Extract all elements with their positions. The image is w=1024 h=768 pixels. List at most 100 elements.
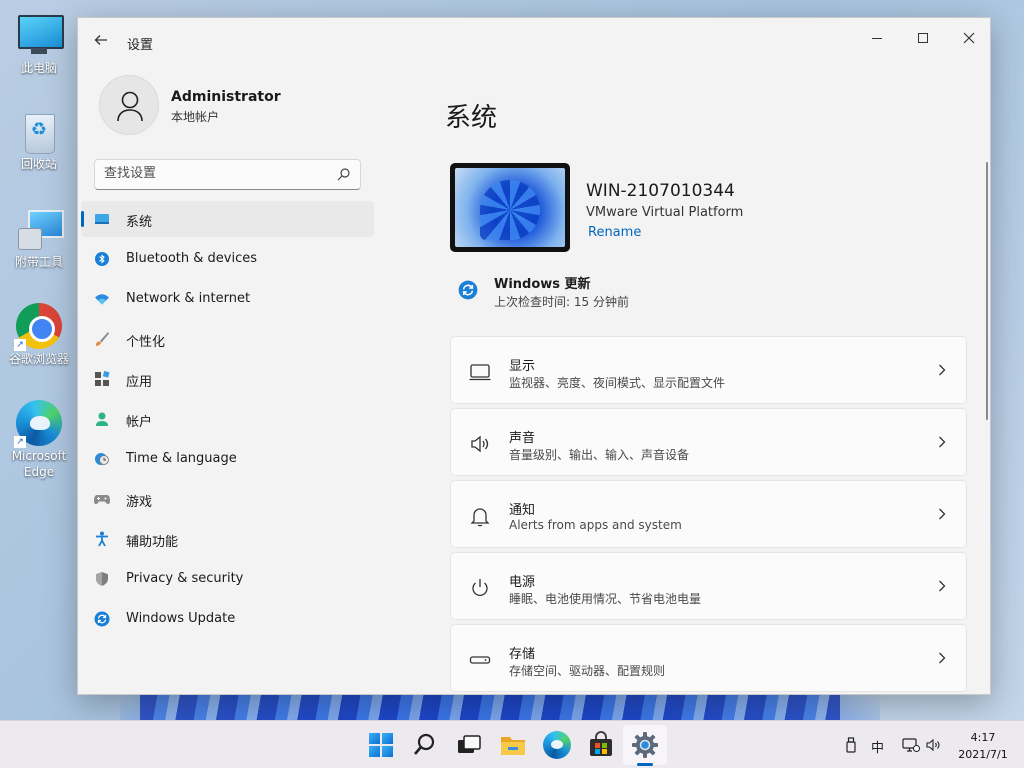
sidebar-item-windows-update[interactable]: Windows Update <box>81 601 374 637</box>
desktop-icon-label: Microsoft Edge <box>11 449 67 479</box>
sidebar-item-apps[interactable]: 应用 <box>81 361 374 397</box>
windows-update-title[interactable]: Windows 更新 <box>494 273 591 292</box>
card-title: 电源 <box>509 575 536 590</box>
close-icon <box>963 32 975 44</box>
desktop-icon-chrome[interactable]: ↗ 谷歌浏览器 <box>1 303 77 367</box>
sidebar-item-label: 个性化 <box>126 335 166 350</box>
card-subtitle: 存储空间、驱动器、配置规则 <box>509 664 666 678</box>
ime-indicator[interactable]: 中 <box>871 737 884 756</box>
maximize-button[interactable] <box>900 24 946 52</box>
sidebar-item-gaming[interactable]: 游戏 <box>81 481 374 517</box>
scrollbar[interactable] <box>986 162 988 420</box>
card-subtitle: Alerts from apps and system <box>509 518 682 532</box>
search-icon <box>414 733 435 755</box>
minimize-button[interactable] <box>854 24 900 52</box>
sidebar-item-system[interactable]: 系统 <box>81 201 374 237</box>
sidebar-item-network[interactable]: Network & internet <box>81 281 374 317</box>
desktop-icon-tools[interactable]: 附带工具 <box>1 206 77 270</box>
edge-icon: ↗ <box>14 400 62 448</box>
card-title: 显示 <box>509 359 536 374</box>
search-icon <box>337 168 350 181</box>
clock-time[interactable]: 4:17 <box>958 731 1008 744</box>
sidebar-nav: 系统 Bluetooth & devices Network & interne… <box>81 201 374 641</box>
gear-icon <box>632 732 658 758</box>
sidebar-item-label: 帐户 <box>126 415 153 430</box>
start-button[interactable] <box>367 731 395 759</box>
chevron-right-icon <box>939 580 946 592</box>
rename-link[interactable]: Rename <box>588 225 641 240</box>
usb-tray-button[interactable] <box>844 737 858 757</box>
card-display[interactable]: 显示 监视器、亮度、夜间模式、显示配置文件 <box>450 336 967 404</box>
speaker-icon <box>926 738 940 752</box>
desktop-icon-edge[interactable]: ↗ Microsoft Edge <box>1 400 77 480</box>
sidebar-item-label: Network & internet <box>126 291 251 306</box>
close-button[interactable] <box>946 24 990 52</box>
desktop-icon-label: 谷歌浏览器 <box>8 352 69 366</box>
monitor-icon <box>469 364 491 381</box>
sidebar-item-time-language[interactable]: Time & language <box>81 441 374 477</box>
taskbar-search-button[interactable] <box>411 731 439 759</box>
page-title: 系统 <box>445 103 498 133</box>
shortcut-arrow-icon: ↗ <box>14 436 26 448</box>
active-app-indicator <box>637 763 653 766</box>
desktop-icon-recycle-bin[interactable]: 回收站 <box>1 108 77 172</box>
sidebar-item-label: Time & language <box>126 451 237 466</box>
apps-icon <box>95 371 110 386</box>
file-explorer-button[interactable] <box>499 731 527 759</box>
task-view-icon <box>458 735 481 753</box>
storage-icon <box>469 656 491 664</box>
recycle-bin-icon <box>16 108 62 154</box>
sidebar-item-label: 系统 <box>126 215 153 230</box>
computer-icon <box>16 12 64 58</box>
volume-tray-button[interactable] <box>926 737 942 757</box>
sidebar-item-accessibility[interactable]: 辅助功能 <box>81 521 374 557</box>
chevron-right-icon <box>939 652 946 664</box>
accessibility-icon <box>96 531 108 547</box>
sidebar-item-personalization[interactable]: 个性化 <box>81 321 374 357</box>
network-icon <box>902 738 920 752</box>
sidebar-item-label: Windows Update <box>126 611 236 626</box>
profile-account-type: 本地帐户 <box>171 110 220 124</box>
maximize-icon <box>918 33 928 43</box>
card-notifications[interactable]: 通知 Alerts from apps and system <box>450 480 967 548</box>
update-icon <box>94 611 110 627</box>
search-input[interactable] <box>104 166 329 181</box>
card-power[interactable]: 电源 睡眠、电池使用情况、节省电池电量 <box>450 552 967 620</box>
card-subtitle: 睡眠、电池使用情况、节省电池电量 <box>509 592 702 606</box>
brush-icon <box>96 332 109 346</box>
arrow-left-icon <box>94 35 107 45</box>
edge-taskbar-button[interactable] <box>543 731 571 759</box>
card-title: 存储 <box>509 647 536 662</box>
chevron-right-icon <box>939 436 946 448</box>
card-sound[interactable]: 声音 音量级别、输出、输入、声音设备 <box>450 408 967 476</box>
settings-taskbar-button[interactable] <box>631 731 659 759</box>
sidebar-item-label: 游戏 <box>126 495 153 510</box>
sidebar-item-privacy[interactable]: Privacy & security <box>81 561 374 597</box>
chevron-right-icon <box>939 508 946 520</box>
sidebar-item-label: 辅助功能 <box>126 535 179 550</box>
power-icon <box>472 579 488 597</box>
back-button[interactable] <box>90 31 112 53</box>
card-storage[interactable]: 存储 存储空间、驱动器、配置规则 <box>450 624 967 692</box>
search-box[interactable] <box>94 159 361 190</box>
card-title: 声音 <box>509 431 536 446</box>
windows-update-icon <box>458 280 478 300</box>
display-icon <box>95 214 109 224</box>
settings-cards: 显示 监视器、亮度、夜间模式、显示配置文件 声音 音量级别、输出、输入、声音设备… <box>450 336 967 694</box>
network-tray-button[interactable] <box>902 737 920 757</box>
card-title: 通知 <box>509 503 536 518</box>
desktop-icon-label: 回收站 <box>20 157 57 171</box>
task-view-button[interactable] <box>455 731 483 759</box>
person-icon <box>117 91 143 122</box>
desktop-icon-this-pc[interactable]: 此电脑 <box>1 12 77 76</box>
chevron-right-icon <box>939 364 946 376</box>
avatar[interactable] <box>99 75 159 135</box>
store-icon <box>590 731 612 756</box>
speaker-icon <box>471 435 489 453</box>
title-bar: 设置 <box>78 18 990 64</box>
store-button[interactable] <box>587 731 615 759</box>
clock-date[interactable]: 2021/7/1 <box>952 748 1014 761</box>
windows-update-status: 上次检查时间: 15 分钟前 <box>494 295 629 309</box>
sidebar-item-accounts[interactable]: 帐户 <box>81 401 374 437</box>
sidebar-item-bluetooth[interactable]: Bluetooth & devices <box>81 241 374 277</box>
